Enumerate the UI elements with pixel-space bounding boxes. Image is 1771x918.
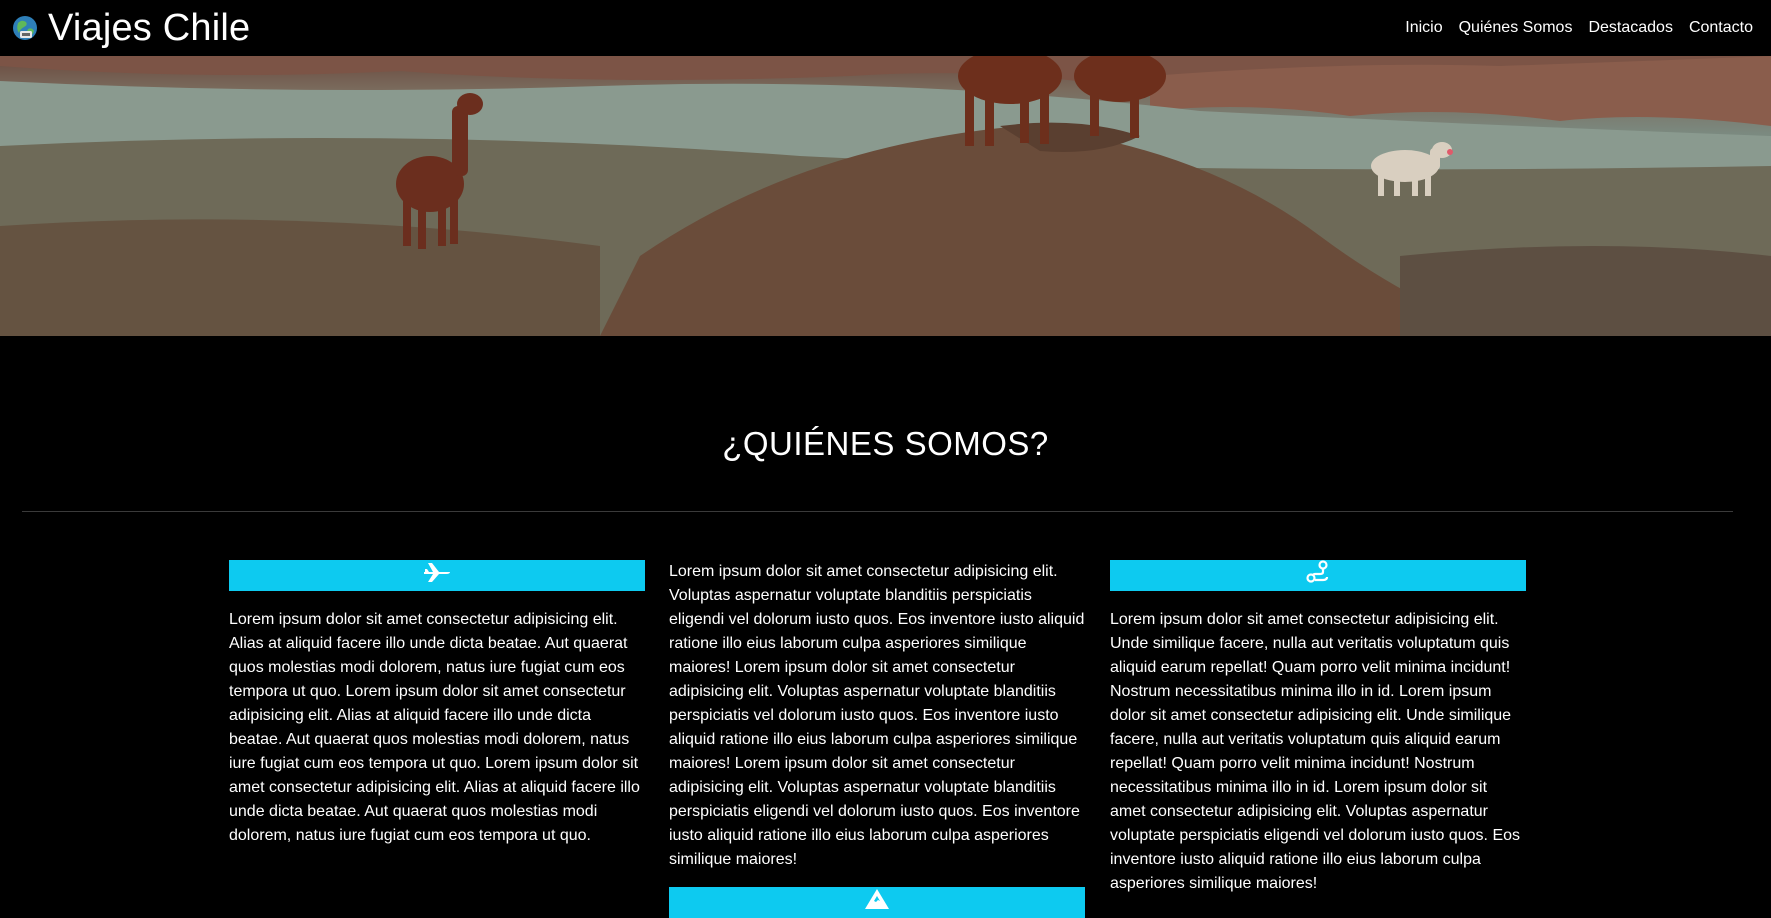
column-3-text: Lorem ipsum dolor sit amet consectetur a…: [1110, 611, 1521, 892]
column-2: Lorem ipsum dolor sit amet consectetur a…: [669, 560, 1085, 918]
icon-banner-1: [229, 560, 645, 591]
nav-link-contacto[interactable]: Contacto: [1689, 19, 1753, 37]
nav-link-quienes-somos[interactable]: Quiénes Somos: [1459, 19, 1573, 37]
mountain-icon: [864, 888, 890, 918]
nav-link-inicio[interactable]: Inicio: [1405, 19, 1442, 37]
hero-image: [0, 56, 1771, 336]
navbar: Viajes Chile Inicio Quiénes Somos Destac…: [0, 0, 1771, 56]
brand-link[interactable]: Viajes Chile: [10, 9, 250, 47]
nav-menu: Inicio Quiénes Somos Destacados Contacto: [1405, 19, 1753, 37]
section-title: ¿QUIÉNES SOMOS?: [722, 425, 1049, 463]
llamas-landscape: [0, 56, 1771, 336]
brand-title: Viajes Chile: [48, 7, 251, 49]
airplane-icon: [423, 561, 451, 591]
route-icon: [1305, 559, 1331, 592]
nav-link-destacados[interactable]: Destacados: [1588, 19, 1673, 37]
column-1-text: Lorem ipsum dolor sit amet consectetur a…: [229, 611, 640, 844]
column-2-text: Lorem ipsum dolor sit amet consectetur a…: [669, 563, 1085, 868]
column-3: Lorem ipsum dolor sit amet consectetur a…: [1110, 559, 1526, 896]
column-1: Lorem ipsum dolor sit amet consectetur a…: [229, 560, 645, 848]
icon-banner-2: [669, 887, 1085, 918]
section-divider: [22, 511, 1733, 512]
icon-banner-3: [1110, 559, 1526, 592]
globe-icon: [10, 13, 40, 43]
